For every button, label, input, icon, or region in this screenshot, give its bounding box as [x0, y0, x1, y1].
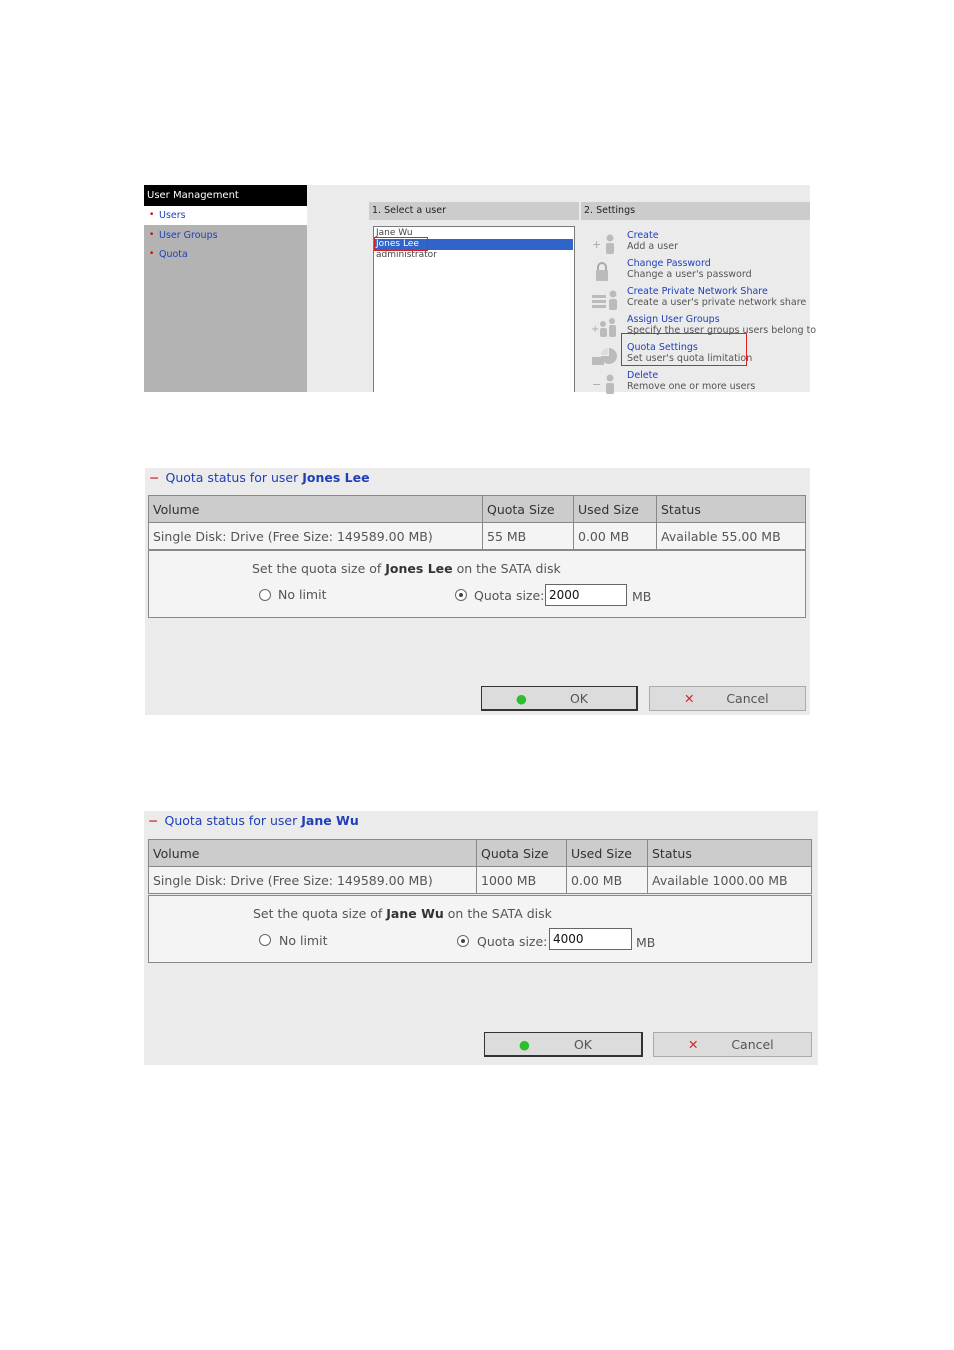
setting-change-password-title[interactable]: Change Password: [627, 258, 711, 269]
cell-used-size: 0.00 MB: [573, 522, 657, 550]
quota-size-input[interactable]: [549, 928, 632, 950]
quota-set-box: Set the quota size of Jane Wu on the SAT…: [148, 895, 812, 963]
column-header-volume: Volume: [148, 839, 477, 867]
svg-text:−: −: [592, 378, 601, 391]
cancel-button[interactable]: ✕ Cancel: [653, 1032, 812, 1057]
table-row: Single Disk: Drive (Free Size: 149589.00…: [148, 522, 806, 550]
quota-user-name: Jane Wu: [301, 813, 359, 828]
table-row: Single Disk: Drive (Free Size: 149589.00…: [148, 866, 812, 894]
cell-status: Available 55.00 MB: [656, 522, 806, 550]
setting-private-network-share-desc: Create a user's private network share: [627, 297, 807, 308]
quota-set-description: Set the quota size of Jane Wu on the SAT…: [253, 906, 552, 921]
quota-settings-highlight: [621, 333, 747, 366]
setting-delete[interactable]: − Delete Remove one or more users: [591, 370, 810, 398]
bullet-icon: •: [149, 210, 155, 220]
setting-create[interactable]: + Create Add a user: [591, 230, 810, 258]
user-remove-icon: −: [592, 374, 614, 394]
settings-header: 2. Settings: [581, 202, 810, 220]
network-share-icon: [592, 290, 617, 310]
user-management-title: User Management: [144, 185, 307, 206]
cell-used-size: 0.00 MB: [566, 866, 648, 894]
setting-delete-desc: Remove one or more users: [627, 381, 756, 392]
bullet-icon: •: [149, 230, 155, 240]
quota-set-box: Set the quota size of Jones Lee on the S…: [148, 550, 806, 618]
ok-button[interactable]: ● OK: [481, 686, 638, 711]
quota-size-label: Quota size:: [477, 934, 548, 949]
column-header-volume: Volume: [148, 495, 483, 523]
setting-create-desc: Add a user: [627, 241, 678, 252]
select-user-header: 1. Select a user: [369, 202, 579, 220]
quota-size-radio[interactable]: [455, 589, 467, 601]
cell-volume: Single Disk: Drive (Free Size: 149589.00…: [148, 522, 483, 550]
quota-panel-jane-wu: − Quota status for user Jane Wu Volume Qu…: [144, 811, 818, 1065]
no-limit-radio[interactable]: [259, 589, 271, 601]
bullet-icon: •: [149, 249, 155, 259]
quota-unit-label: MB: [632, 589, 652, 604]
setting-create-title[interactable]: Create: [627, 230, 659, 241]
sidebar-item-user-groups[interactable]: • User Groups: [144, 226, 307, 245]
quota-unit-label: MB: [636, 935, 656, 950]
setting-change-password-desc: Change a user's password: [627, 269, 752, 280]
setting-private-network-share-title[interactable]: Create Private Network Share: [627, 286, 768, 297]
quota-size-label: Quota size:: [474, 588, 545, 603]
close-icon: ✕: [684, 691, 695, 706]
column-header-quota-size: Quota Size: [482, 495, 574, 523]
cell-quota-size: 1000 MB: [476, 866, 567, 894]
collapse-icon[interactable]: −: [149, 470, 159, 485]
quota-set-description: Set the quota size of Jones Lee on the S…: [252, 561, 561, 576]
quota-panel-title: − Quota status for user Jones Lee: [149, 470, 370, 485]
no-limit-label: No limit: [279, 933, 328, 948]
quota-panel-jones-lee: − Quota status for user Jones Lee Volume …: [145, 468, 810, 715]
column-header-status: Status: [656, 495, 806, 523]
ok-button[interactable]: ● OK: [484, 1032, 643, 1057]
setting-change-password[interactable]: Change Password Change a user's password: [591, 258, 810, 286]
column-header-status: Status: [647, 839, 812, 867]
user-management-panel: User Management • Users • User Groups • Quo…: [144, 185, 816, 394]
quota-status-table: Volume Quota Size Used Size Status Singl…: [148, 495, 806, 550]
sidebar-item-users[interactable]: • Users: [144, 206, 307, 225]
setting-delete-title[interactable]: Delete: [627, 370, 658, 381]
ok-dot-icon: ●: [516, 691, 527, 706]
quota-size-input[interactable]: [545, 584, 627, 606]
column-header-used-size: Used Size: [573, 495, 657, 523]
close-icon: ✕: [688, 1037, 699, 1052]
setting-assign-user-groups-title[interactable]: Assign User Groups: [627, 314, 720, 325]
user-groups-icon: +: [591, 318, 616, 337]
cell-quota-size: 55 MB: [482, 522, 574, 550]
quota-size-radio[interactable]: [457, 935, 469, 947]
collapse-icon[interactable]: −: [148, 813, 158, 828]
svg-text:+: +: [591, 324, 599, 335]
column-header-used-size: Used Size: [566, 839, 648, 867]
svg-text:+: +: [592, 238, 601, 251]
cell-status: Available 1000.00 MB: [647, 866, 812, 894]
user-list-item-administrator[interactable]: administrator: [375, 250, 573, 261]
setting-private-network-share[interactable]: Create Private Network Share Create a us…: [591, 286, 810, 314]
quota-user-name: Jones Lee: [302, 470, 370, 485]
quota-pie-icon: [592, 348, 617, 365]
no-limit-radio[interactable]: [259, 934, 271, 946]
no-limit-label: No limit: [278, 587, 327, 602]
cancel-button[interactable]: ✕ Cancel: [649, 686, 806, 711]
column-header-quota-size: Quota Size: [476, 839, 567, 867]
sidebar-item-quota[interactable]: • Quota: [144, 245, 307, 264]
quota-panel-title: − Quota status for user Jane Wu: [148, 813, 359, 828]
user-add-icon: +: [592, 234, 614, 254]
quota-status-table: Volume Quota Size Used Size Status Singl…: [148, 839, 812, 894]
selected-user-highlight: [374, 237, 428, 251]
user-list[interactable]: Jane Wu Jones Lee administrator: [373, 226, 575, 392]
lock-icon: [596, 262, 608, 281]
cell-volume: Single Disk: Drive (Free Size: 149589.00…: [148, 866, 477, 894]
ok-dot-icon: ●: [519, 1037, 530, 1052]
